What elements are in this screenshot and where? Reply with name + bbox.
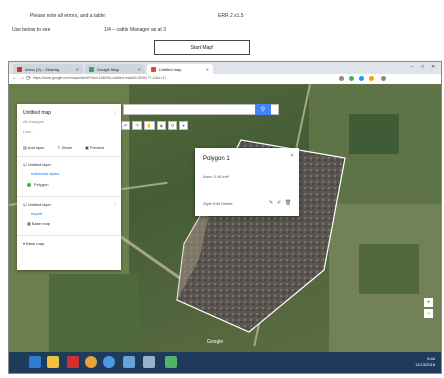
doc-line-2-mid: 1/4 – cattle Manager as at 3 bbox=[104, 27, 166, 33]
map-sidebar: Untitled map All changes Last... ⋮ ▤ Add… bbox=[17, 104, 121, 270]
share-icon: ⇪ bbox=[57, 145, 61, 150]
import-link[interactable]: Import bbox=[31, 211, 42, 216]
back-icon[interactable]: ← bbox=[12, 75, 18, 81]
edit-icon[interactable]: ✐ bbox=[277, 200, 281, 206]
my-maps-icon bbox=[151, 66, 156, 72]
maximize-icon[interactable]: □ bbox=[421, 64, 424, 70]
chevron-down-icon: ▾ bbox=[23, 241, 26, 246]
minimize-icon[interactable]: – bbox=[411, 64, 414, 70]
add-layer-icon: ▤ bbox=[23, 145, 27, 150]
pan-tool-button[interactable]: ✋ bbox=[143, 121, 155, 130]
google-attribution: Google bbox=[207, 339, 224, 345]
file-explorer-icon[interactable] bbox=[47, 356, 59, 368]
checkbox-icon[interactable]: ☑ bbox=[23, 162, 27, 167]
layer-1-title[interactable]: ☑ Untitled layer bbox=[23, 162, 51, 167]
undo-button[interactable]: ↶ bbox=[121, 121, 131, 130]
delete-icon[interactable]: 🗑 bbox=[285, 200, 291, 206]
draw-line-button[interactable]: ☷ bbox=[167, 121, 178, 130]
embedded-screenshot: Inbox (3) – Sharing ✕ Google Map ✕ Untit… bbox=[8, 61, 442, 374]
url-field[interactable]: https://www.google.com/maps/d/edit?mid=1… bbox=[33, 76, 303, 82]
doc-line-1: Please note all errors, and a table: bbox=[30, 13, 107, 19]
preview-icon: ▣ bbox=[85, 145, 89, 150]
search-button[interactable]: ⚲ bbox=[255, 104, 271, 115]
media-icon[interactable] bbox=[123, 356, 135, 368]
doc-line-1-right: ERR 2 x1.5 bbox=[218, 13, 244, 19]
extension-icon[interactable] bbox=[359, 76, 364, 81]
tab-label: Inbox (3) – Sharing bbox=[25, 66, 60, 72]
tab-label: Untitled map bbox=[159, 66, 182, 72]
system-clock[interactable]: 5:46 11/13/2018 bbox=[415, 356, 435, 368]
satellite-map[interactable]: ⚲ ↶ ↷ ✋ ◈ ☷ ⌖ Untitled map All changes L… bbox=[9, 84, 441, 352]
tab-google-map[interactable]: Google Map ✕ bbox=[85, 64, 145, 74]
search-icon: ⚲ bbox=[260, 107, 266, 113]
windows-start-icon[interactable] bbox=[29, 356, 41, 368]
close-icon[interactable]: ✕ bbox=[290, 153, 294, 159]
map-description[interactable]: Last... bbox=[23, 129, 34, 134]
close-icon[interactable]: ✕ bbox=[206, 67, 209, 72]
feature-info-popup: Polygon 1 ✕ Area: 0.48 km² Style Edit De… bbox=[195, 148, 299, 216]
window-close-icon[interactable]: ✕ bbox=[431, 64, 435, 70]
firefox-icon[interactable] bbox=[103, 356, 115, 368]
close-icon[interactable]: ✕ bbox=[76, 67, 79, 72]
tab-label: Google Map bbox=[97, 66, 119, 72]
pdf-reader-icon[interactable] bbox=[67, 356, 79, 368]
base-map-toggle[interactable]: ▾ Base map bbox=[23, 241, 44, 246]
layer-1-style[interactable]: Individual styles bbox=[31, 171, 59, 176]
menu-icon[interactable] bbox=[381, 76, 386, 81]
close-icon[interactable]: ✕ bbox=[138, 67, 141, 72]
doc-line-2-left: Use below to see bbox=[12, 27, 51, 33]
measure-button[interactable]: ⌖ bbox=[179, 121, 188, 130]
tab-inbox[interactable]: Inbox (3) – Sharing ✕ bbox=[13, 64, 83, 74]
layer-1-item[interactable]: Polygon bbox=[27, 182, 48, 187]
redo-button[interactable]: ↷ bbox=[132, 121, 142, 130]
tab-untitled-map[interactable]: Untitled map ✕ bbox=[147, 64, 213, 74]
chrome-icon[interactable] bbox=[85, 356, 97, 368]
browser-tab-strip: Inbox (3) – Sharing ✕ Google Map ✕ Untit… bbox=[9, 62, 441, 74]
add-layer-button[interactable]: ▤ Add layer bbox=[23, 145, 45, 150]
map-title[interactable]: Untitled map bbox=[23, 110, 51, 116]
paint-icon[interactable] bbox=[165, 356, 177, 368]
preview-button[interactable]: ▣ Preview bbox=[85, 145, 104, 150]
feature-title[interactable]: Polygon 1 bbox=[203, 156, 230, 162]
clock-date: 11/13/2018 bbox=[415, 362, 435, 367]
network-icon[interactable] bbox=[143, 356, 155, 368]
gmail-icon bbox=[17, 66, 22, 72]
layer-options-icon[interactable]: ⋮ bbox=[113, 202, 117, 207]
extension-icon[interactable] bbox=[349, 76, 354, 81]
maps-icon bbox=[89, 66, 94, 72]
map-toolbar: ↶ ↷ ✋ ◈ ☷ ⌖ bbox=[121, 121, 207, 130]
feature-actions: Style Edit Delete bbox=[203, 201, 233, 206]
zoom-in-button[interactable]: + bbox=[424, 298, 433, 307]
add-marker-button[interactable]: ◈ bbox=[156, 121, 166, 130]
bookmark-star-icon[interactable] bbox=[339, 76, 344, 81]
layer-icon: ▦ bbox=[27, 221, 31, 226]
zoom-out-button[interactable]: − bbox=[424, 309, 433, 318]
checkbox-icon[interactable]: ☑ bbox=[23, 202, 27, 207]
feature-area: Area: 0.48 km² bbox=[203, 174, 230, 179]
windows-taskbar: 5:46 11/13/2018 bbox=[9, 352, 441, 373]
reload-icon[interactable]: ⟳ bbox=[26, 75, 31, 82]
share-button[interactable]: ⇪ Share bbox=[57, 145, 72, 150]
start-map-button[interactable]: Start Map! bbox=[154, 40, 250, 55]
save-status: All changes bbox=[23, 119, 44, 124]
forward-icon[interactable]: → bbox=[19, 75, 25, 81]
more-options-icon[interactable]: ⋮ bbox=[113, 110, 117, 115]
polygon-color-icon bbox=[27, 182, 31, 187]
layer-2-title[interactable]: ☑ Untitled layer bbox=[23, 202, 51, 207]
extension-icon[interactable] bbox=[369, 76, 374, 81]
layer-2-item[interactable]: ▦ Base map bbox=[27, 221, 50, 226]
style-icon[interactable]: ✎ bbox=[269, 200, 273, 206]
